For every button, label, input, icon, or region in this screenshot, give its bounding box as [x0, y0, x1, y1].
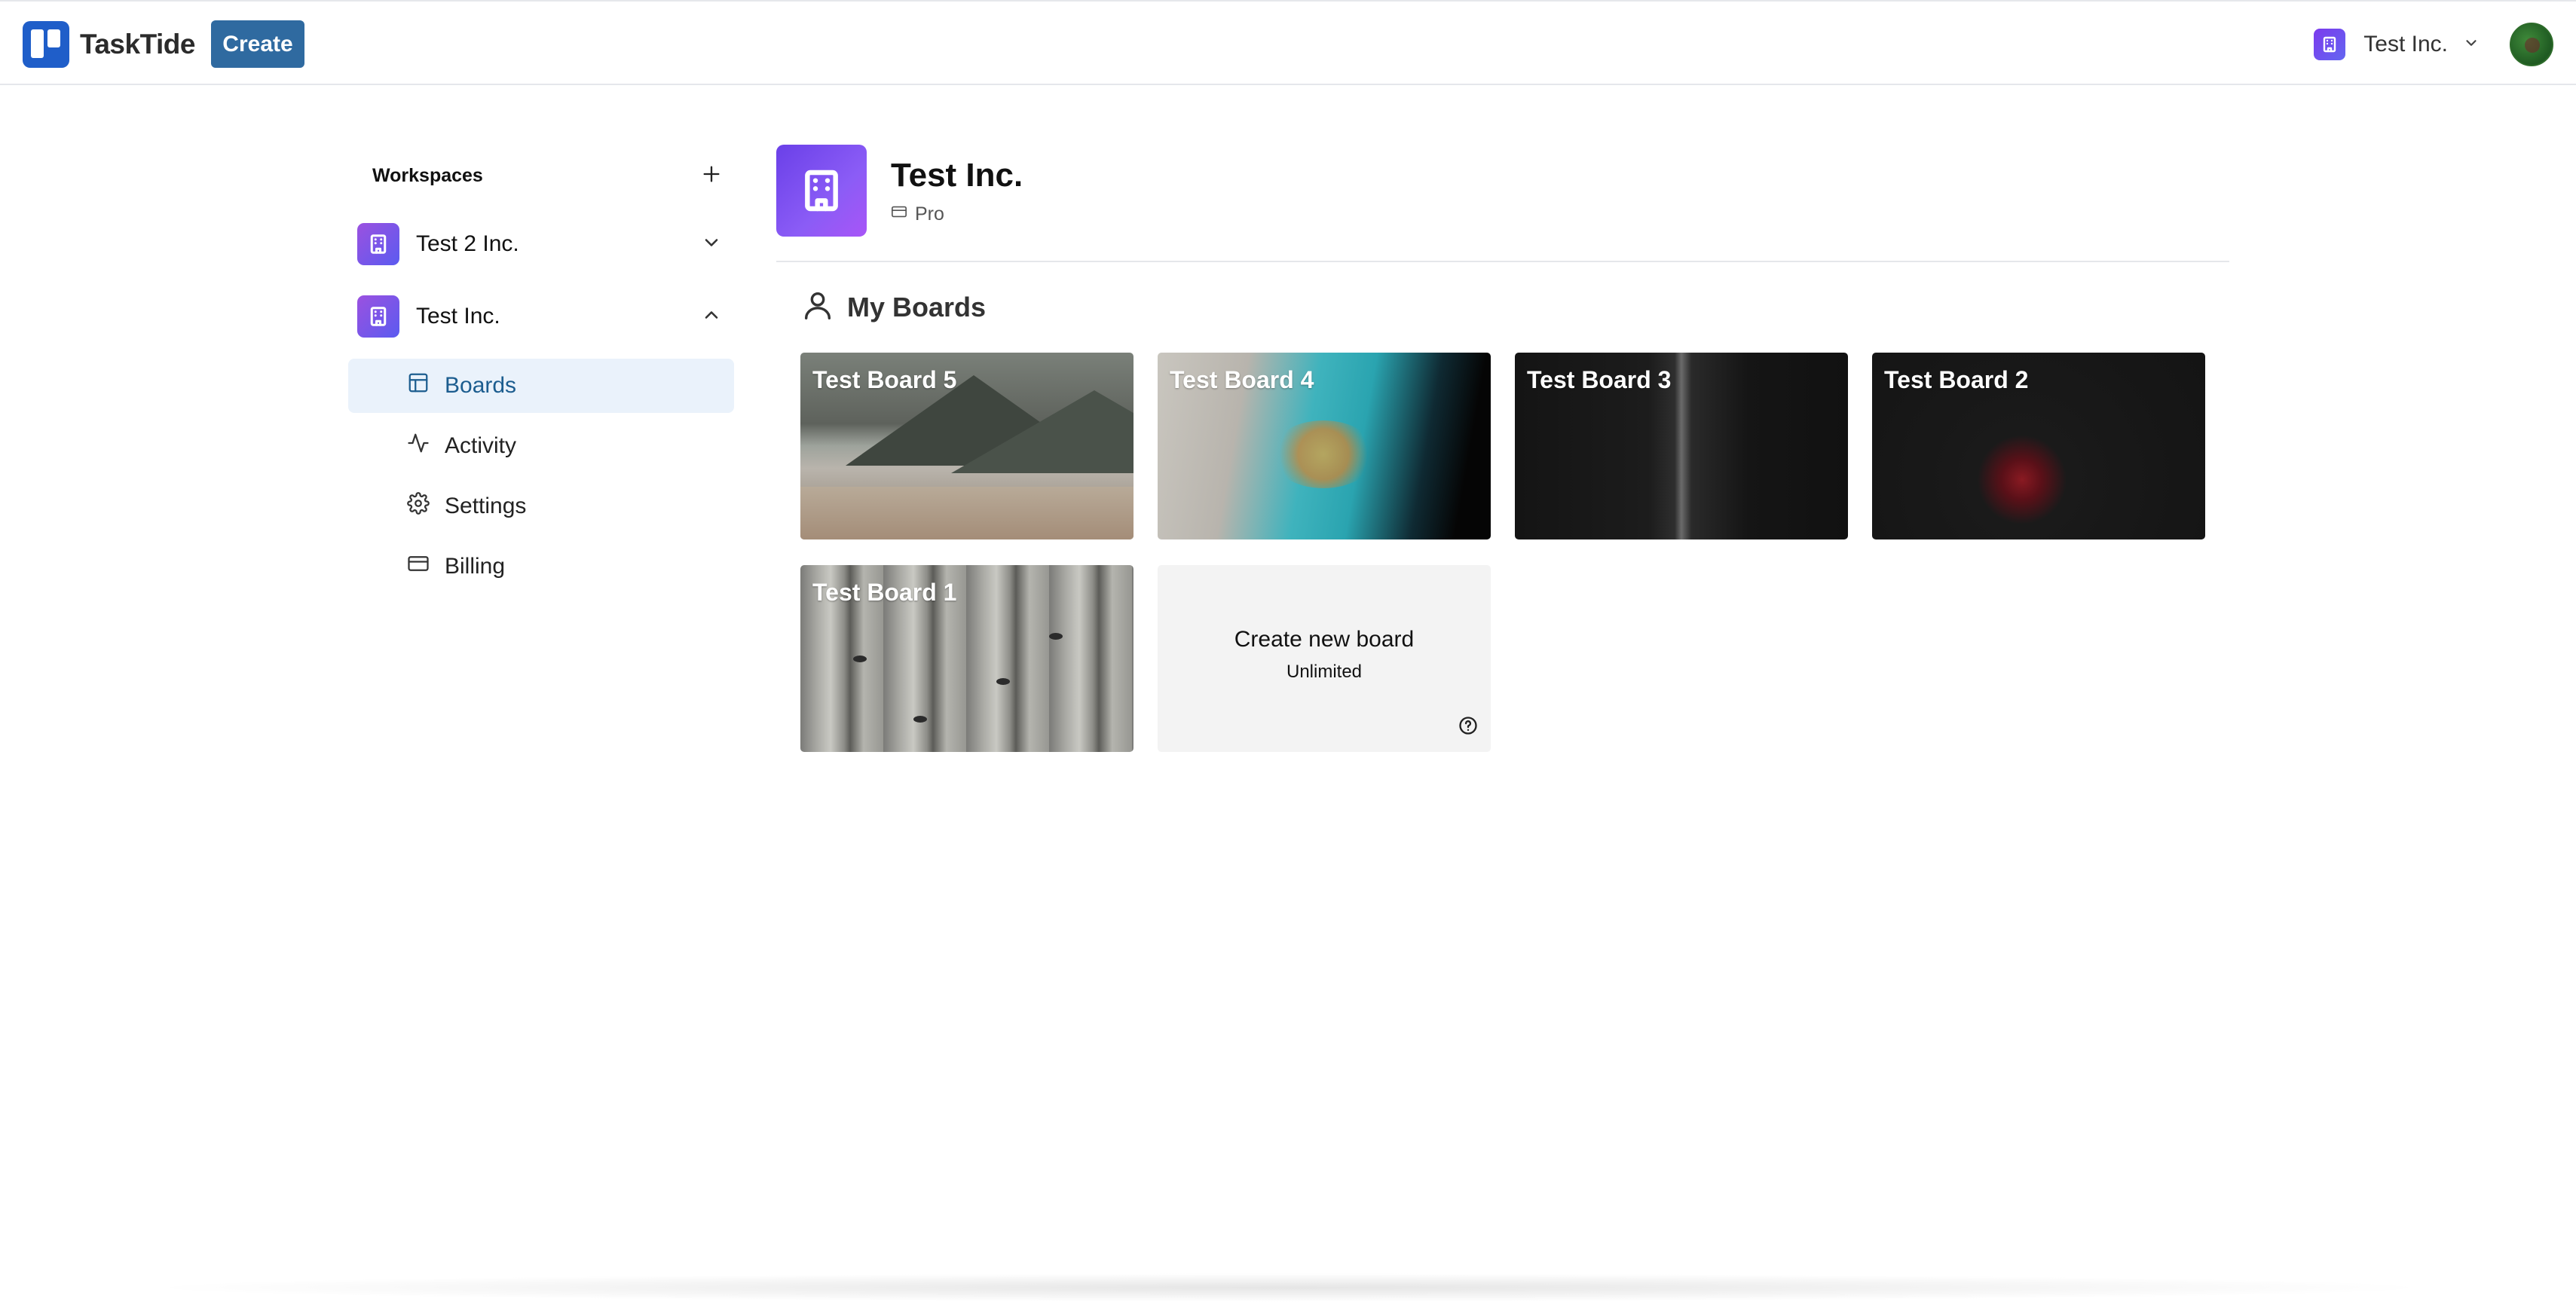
create-board-card[interactable]: Create new board Unlimited	[1158, 565, 1491, 752]
layout-icon	[407, 371, 430, 400]
user-avatar[interactable]	[2510, 23, 2553, 66]
page-title: Test Inc.	[891, 157, 1023, 194]
add-workspace-icon[interactable]	[701, 164, 722, 188]
workspace-switcher-label: Test Inc.	[2363, 32, 2448, 57]
plan-label: Pro	[915, 203, 944, 225]
sidebar-item-settings[interactable]: Settings	[348, 479, 734, 533]
building-icon	[357, 295, 399, 338]
sidebar-workspace-test-inc[interactable]: Test Inc.	[348, 280, 734, 353]
board-title: Test Board 2	[1884, 366, 2029, 393]
credit-card-icon	[407, 552, 430, 581]
my-boards-heading: My Boards	[800, 288, 986, 326]
workspace-name: Test 2 Inc.	[416, 231, 519, 256]
gear-icon	[407, 492, 430, 521]
board-title: Test Board 5	[812, 366, 957, 393]
chevron-up-icon[interactable]	[701, 304, 722, 329]
sidebar-heading: Workspaces	[372, 164, 483, 186]
sidebar-item-boards[interactable]: Boards	[348, 359, 734, 413]
top-navbar: TaskTide Create Test Inc.	[0, 0, 2576, 85]
sidebar-item-label: Billing	[445, 554, 506, 579]
board-title: Test Board 3	[1527, 366, 1672, 393]
board-title: Test Board 1	[812, 579, 957, 606]
board-card[interactable]: Test Board 4	[1158, 353, 1491, 539]
building-icon	[357, 223, 399, 265]
board-card[interactable]: Test Board 3	[1515, 353, 1848, 539]
chevron-down-icon	[2463, 35, 2480, 55]
board-card[interactable]: Test Board 2	[1872, 353, 2205, 539]
window-bottom-shadow	[136, 1273, 2442, 1302]
navbar-right: Test Inc.	[2314, 23, 2553, 66]
board-background	[1049, 633, 1063, 640]
chevron-down-icon[interactable]	[701, 232, 722, 257]
workspace-switcher[interactable]: Test Inc.	[2314, 29, 2480, 60]
create-board-label: Create new board	[1234, 627, 1415, 652]
app-logo[interactable]: TaskTide	[23, 21, 195, 68]
sidebar: Workspaces Test 2 Inc. Test Inc. Boards …	[348, 143, 734, 594]
board-card[interactable]: Test Board 5	[800, 353, 1134, 539]
sidebar-item-label: Boards	[445, 373, 517, 398]
sidebar-item-activity[interactable]: Activity	[348, 419, 734, 473]
create-button[interactable]: Create	[211, 20, 304, 68]
board-background	[800, 487, 1134, 539]
building-icon	[2314, 29, 2346, 60]
board-background	[996, 678, 1010, 685]
board-background	[853, 656, 867, 662]
board-background	[913, 716, 927, 723]
user-icon	[800, 288, 835, 326]
sidebar-item-label: Activity	[445, 433, 517, 458]
help-circle-icon[interactable]	[1458, 715, 1479, 740]
workspace-name: Test Inc.	[416, 304, 500, 329]
credit-card-icon	[891, 203, 907, 225]
section-title: My Boards	[847, 291, 987, 322]
app-name: TaskTide	[80, 29, 195, 60]
tasktide-logo-icon	[23, 21, 69, 68]
sidebar-header: Workspaces	[348, 143, 734, 208]
sidebar-item-label: Settings	[445, 494, 527, 518]
board-background	[951, 390, 1134, 473]
board-background	[1271, 420, 1376, 488]
sidebar-item-billing[interactable]: Billing	[348, 539, 734, 594]
activity-icon	[407, 432, 430, 460]
board-card[interactable]: Test Board 1	[800, 565, 1134, 752]
board-title: Test Board 4	[1170, 366, 1314, 393]
workspace-plan: Pro	[891, 203, 944, 225]
create-board-limit: Unlimited	[1286, 662, 1363, 682]
workspace-header: Test Inc. Pro	[776, 143, 2229, 262]
building-icon	[776, 145, 867, 237]
main-content: Test Inc. Pro My Boards Test Board 5 Tes…	[776, 143, 2229, 752]
sidebar-workspace-test-2-inc[interactable]: Test 2 Inc.	[348, 208, 734, 280]
